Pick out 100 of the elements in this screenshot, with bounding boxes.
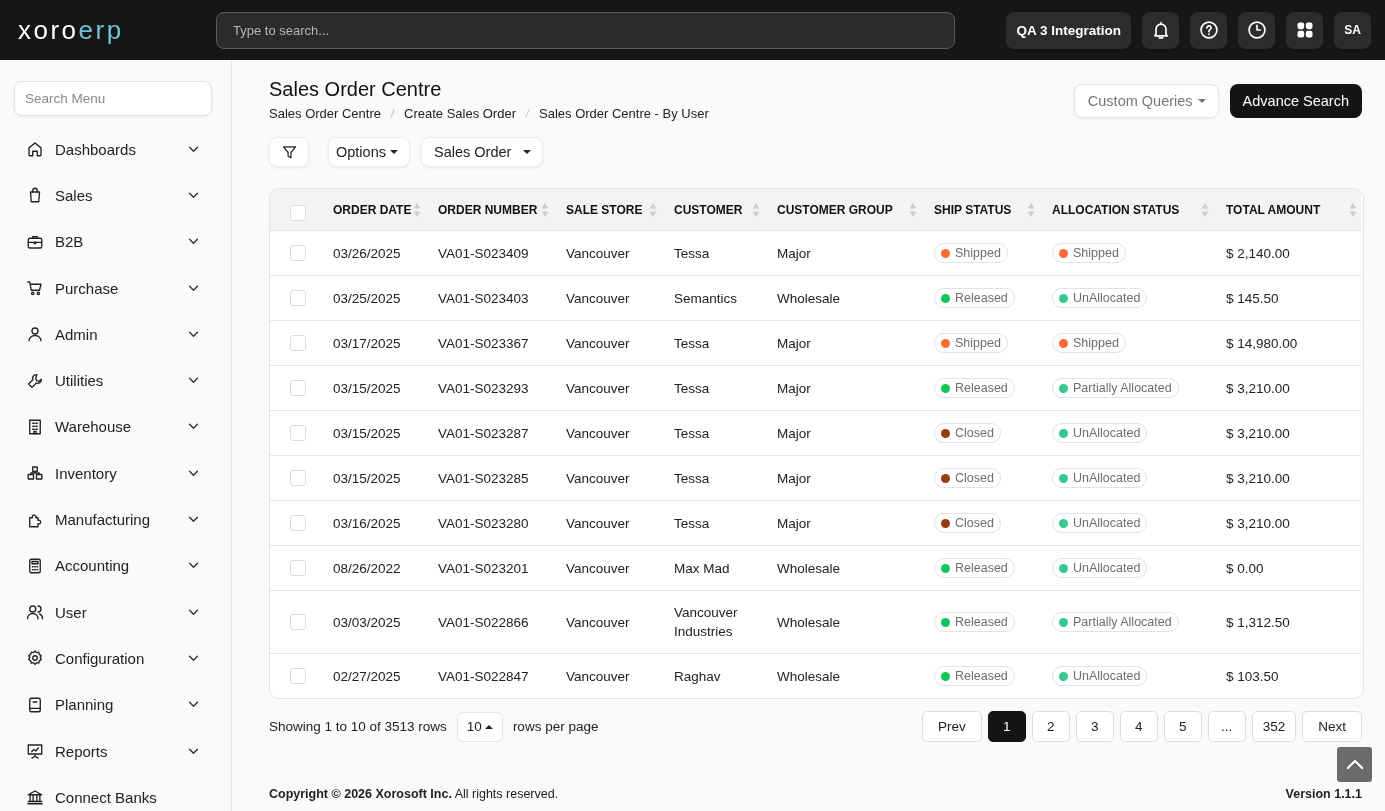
sort-icon[interactable] [541, 201, 549, 218]
page-button[interactable]: 352 [1251, 711, 1297, 742]
sort-icon[interactable] [909, 201, 917, 218]
row-checkbox[interactable] [290, 515, 306, 531]
sidebar-menu-item[interactable]: Connect Banks [0, 774, 231, 811]
building-icon [26, 417, 44, 436]
version-text: Version 1.1.1 [1285, 787, 1362, 801]
scroll-to-top-button[interactable] [1337, 747, 1372, 782]
copyright-text: Copyright © 2026 Xorosoft Inc. All rights reserved. [269, 787, 559, 801]
allocation-status-badge: UnAllocated [1052, 288, 1148, 308]
row-checkbox[interactable] [290, 470, 306, 486]
sidebar-menu-label: Connect Banks [55, 788, 158, 806]
sidebar-menu-item[interactable]: Purchase [0, 264, 231, 312]
row-checkbox[interactable] [290, 335, 306, 351]
advance-search-button[interactable]: Advance Search [1229, 83, 1362, 118]
sidebar-menu-item[interactable]: Configuration [0, 635, 231, 682]
slash-separator-icon [525, 108, 530, 119]
view-dropdown[interactable]: Sales Order [421, 137, 544, 167]
total-amount: $ 145.50 [1226, 289, 1279, 308]
allocation-status-badge: UnAllocated [1052, 666, 1148, 686]
customer-name: Tessa [674, 244, 710, 263]
sale-store: Vancouver [566, 424, 630, 443]
row-checkbox[interactable] [290, 245, 306, 261]
allocation-status-badge: Partially Allocated [1052, 378, 1179, 398]
logo[interactable]: xoroerp [18, 17, 124, 43]
sidebar-menu-item[interactable]: Warehouse [0, 403, 231, 451]
page-button[interactable]: 4 [1119, 711, 1158, 742]
clock-icon [1246, 20, 1267, 40]
filter-icon [281, 144, 297, 160]
page-button[interactable]: ... [1207, 711, 1246, 742]
allocation-status-badge: Partially Allocated [1052, 612, 1179, 632]
bank-icon [26, 788, 44, 807]
total-amount: $ 0.00 [1226, 559, 1264, 578]
help-button[interactable] [1190, 11, 1227, 49]
customer-name: Tessa [674, 334, 710, 353]
sort-icon[interactable] [1349, 201, 1357, 218]
select-all-checkbox[interactable] [290, 204, 306, 221]
row-checkbox[interactable] [290, 560, 306, 576]
row-checkbox[interactable] [290, 668, 306, 684]
customer-name: Vancouver Industries [674, 604, 739, 641]
sort-icon[interactable] [1201, 201, 1209, 218]
caret-down-icon [523, 150, 532, 154]
next-page-button[interactable]: Next [1302, 711, 1362, 742]
prev-page-button[interactable]: Prev [921, 711, 982, 742]
ship-status-badge: Shipped [934, 333, 1008, 353]
order-number: VA01-S023409 [438, 244, 529, 263]
page-size-dropdown[interactable]: 10 [456, 711, 503, 742]
sort-icon[interactable] [413, 201, 421, 218]
sale-store: Vancouver [566, 514, 630, 533]
total-amount: $ 1,312.50 [1226, 613, 1290, 632]
sidebar-menu-item[interactable]: Accounting [0, 542, 231, 589]
row-checkbox[interactable] [290, 380, 306, 396]
customer-name: Tessa [674, 469, 710, 488]
allocation-status-badge: UnAllocated [1052, 468, 1148, 488]
sidebar-menu-item[interactable]: B2B [0, 218, 231, 265]
row-checkbox[interactable] [290, 290, 306, 306]
order-number: VA01-S023403 [438, 289, 529, 308]
page-button[interactable]: 3 [1075, 711, 1114, 742]
page-button[interactable]: 2 [1031, 711, 1070, 742]
sort-icon[interactable] [1027, 201, 1035, 218]
ship-status-badge: Released [934, 378, 1015, 398]
sidebar-menu-item[interactable]: Inventory [0, 450, 231, 497]
options-dropdown[interactable]: Options [328, 137, 410, 167]
sidebar-menu-item[interactable]: Dashboards [0, 126, 231, 173]
filter-button[interactable] [269, 137, 309, 167]
sidebar-menu-item[interactable]: Reports [0, 727, 231, 775]
sidebar-menu-item[interactable]: Sales [0, 172, 231, 219]
user-avatar-button[interactable]: SA [1334, 11, 1371, 49]
row-checkbox[interactable] [290, 425, 306, 441]
rows-per-page-label: rows per page [512, 719, 599, 734]
notifications-button[interactable] [1142, 11, 1179, 49]
caret-down-icon [1197, 98, 1206, 103]
apps-button[interactable] [1286, 11, 1323, 49]
breadcrumb-link[interactable]: Sales Order Centre - By User [539, 106, 709, 121]
sort-icon[interactable] [752, 201, 760, 218]
home-icon [26, 140, 44, 159]
total-amount: $ 14,980.00 [1226, 334, 1298, 353]
sidebar-menu-item[interactable]: Utilities [0, 357, 231, 404]
breadcrumb-link[interactable]: Sales Order Centre [269, 106, 381, 121]
order-number: VA01-S023287 [438, 424, 529, 443]
sort-icon[interactable] [649, 201, 657, 218]
breadcrumb-link[interactable]: Create Sales Order [404, 106, 516, 121]
sidebar-menu-item[interactable]: User [0, 588, 231, 636]
custom-queries-dropdown[interactable]: Custom Queries [1073, 83, 1219, 118]
page-button[interactable]: 5 [1163, 711, 1202, 742]
global-search-field[interactable]: Type to search... [216, 11, 955, 49]
sidebar-menu-item[interactable]: Manufacturing [0, 496, 231, 543]
history-button[interactable] [1238, 11, 1275, 49]
sidebar-menu-item[interactable]: Planning [0, 681, 231, 728]
sidebar-menu-label: Manufacturing [55, 511, 152, 528]
sidebar-menu-label: Inventory [55, 464, 118, 482]
row-checkbox[interactable] [290, 614, 306, 630]
company-button[interactable]: QA 3 Integration [1006, 11, 1131, 49]
order-date: 02/27/2025 [333, 667, 401, 686]
sidebar-menu-item[interactable]: Admin [0, 311, 231, 358]
menu-search-field[interactable]: Search Menu [14, 81, 212, 116]
page-button[interactable]: 1 [987, 711, 1026, 742]
order-date: 03/15/2025 [333, 424, 401, 443]
sidebar-menu-label: Sales [55, 186, 94, 204]
total-amount: $ 3,210.00 [1226, 379, 1290, 398]
